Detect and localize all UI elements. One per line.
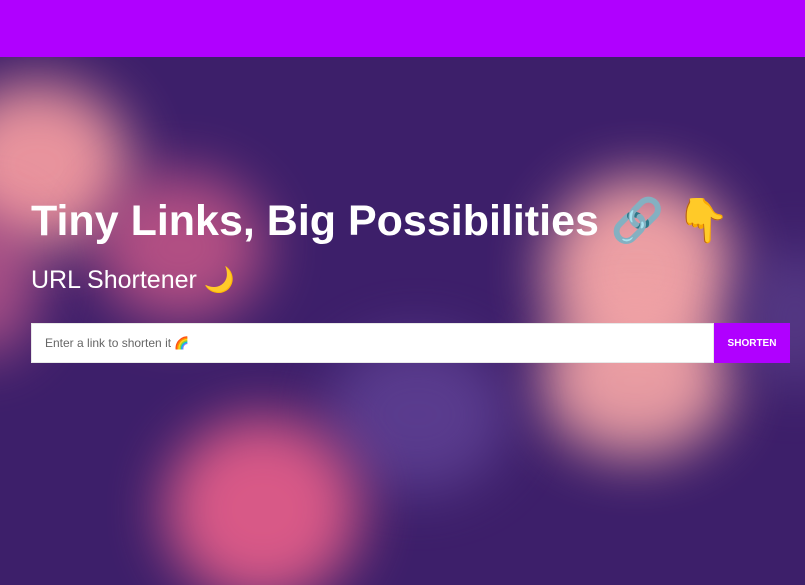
page-subtitle: URL Shortener 🌙 xyxy=(31,266,235,294)
url-input[interactable] xyxy=(31,323,714,363)
hero-section: Tiny Links, Big Possibilities 🔗 👇 URL Sh… xyxy=(31,193,791,297)
shorten-form: SHORTEN xyxy=(31,323,790,363)
page-title: Tiny Links, Big Possibilities 🔗 👇 xyxy=(31,197,730,245)
top-bar xyxy=(0,0,805,57)
shorten-button[interactable]: SHORTEN xyxy=(714,323,790,363)
background-bokeh xyxy=(0,57,805,585)
